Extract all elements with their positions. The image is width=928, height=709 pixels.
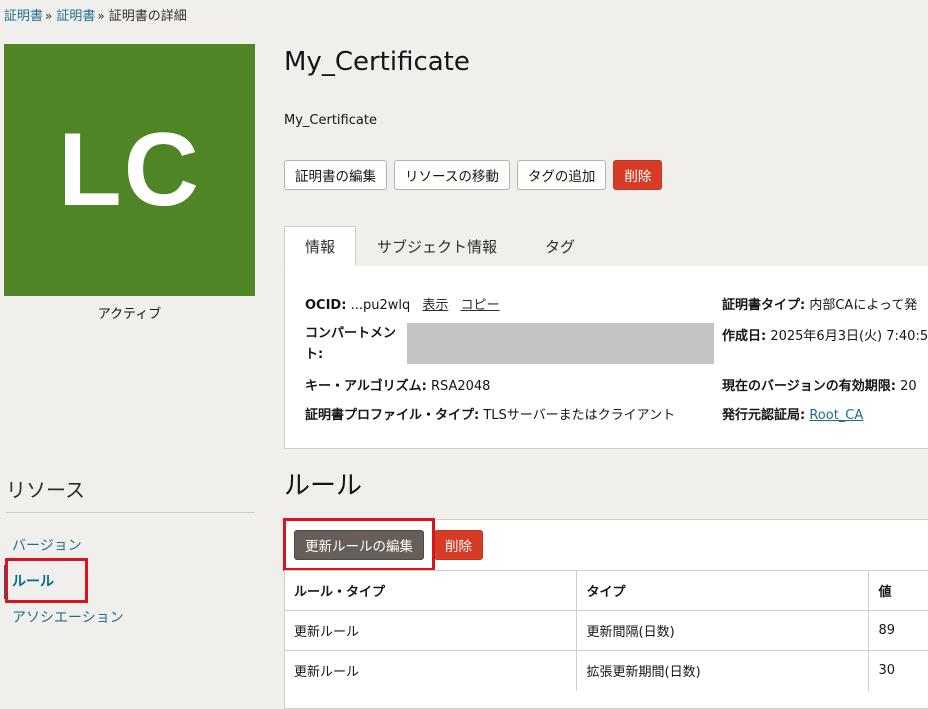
edit-renewal-rule-button[interactable]: 更新ルールの編集: [294, 530, 424, 560]
tab-info[interactable]: 情報: [284, 226, 357, 266]
delete-button[interactable]: 削除: [613, 160, 663, 190]
resource-item-versions[interactable]: バージョン: [12, 535, 82, 555]
validity-label: 現在のバージョンの有効期限:: [722, 379, 896, 394]
rules-section-title: ルール: [284, 471, 363, 501]
action-bar: 証明書の編集 リソースの移動 タグの追加 削除: [284, 160, 663, 190]
breadcrumb: 証明書» 証明書» 証明書の詳細: [4, 5, 187, 24]
resource-item-rules[interactable]: ルール: [12, 571, 54, 591]
move-resource-button[interactable]: リソースの移動: [394, 160, 510, 190]
validity-row: 現在のバージョンの有効期限: 20: [722, 375, 917, 394]
table-row: 更新ルール 拡張更新期間(日数) 30: [284, 650, 928, 691]
issuer-link[interactable]: Root_CA: [809, 408, 863, 423]
ocid-show-link[interactable]: 表示: [422, 298, 448, 313]
column-header-type[interactable]: タイプ: [575, 570, 868, 611]
breadcrumb-certificates-2[interactable]: 証明書: [56, 9, 95, 24]
issuer-row: 発行元認証局: Root_CA: [722, 404, 863, 423]
profile-type-value: TLSサーバーまたはクライアント: [483, 408, 676, 423]
table-cell: 更新ルール: [284, 610, 576, 651]
compartment-value-redacted: [407, 323, 714, 364]
profile-type-row: 証明書プロファイル・タイプ: TLSサーバーまたはクライアント: [305, 404, 675, 423]
created-row: 作成日: 2025年6月3日(火) 7:40:5: [722, 325, 928, 344]
active-menu-indicator: [4, 565, 7, 599]
key-algorithm-row: キー・アルゴリズム: RSA2048: [305, 375, 490, 394]
table-cell: 89: [867, 610, 928, 651]
column-header-rule-type[interactable]: ルール・タイプ: [284, 570, 576, 611]
rules-delete-button[interactable]: 削除: [434, 530, 483, 560]
tab-strip: 情報 サブジェクト情報 タグ: [284, 226, 928, 267]
table-cell: 更新間隔(日数): [575, 610, 868, 651]
cert-type-value: 内部CAによって発: [809, 298, 918, 313]
page-title: My_Certificate: [284, 47, 470, 77]
resource-item-associations[interactable]: アソシエーション: [12, 607, 124, 627]
breadcrumb-separator: »: [45, 9, 53, 23]
column-header-value[interactable]: 値: [867, 570, 928, 611]
ocid-row: OCID: ...pu2wlq 表示 コピー: [305, 294, 500, 313]
key-algorithm-label: キー・アルゴリズム:: [305, 379, 427, 394]
page-subtitle: My_Certificate: [284, 113, 377, 128]
add-tags-button[interactable]: タグの追加: [516, 160, 607, 190]
tab-subject-info[interactable]: サブジェクト情報: [377, 226, 497, 266]
edit-certificate-button[interactable]: 証明書の編集: [284, 160, 387, 190]
table-row: 更新ルール 更新間隔(日数) 89: [284, 610, 928, 651]
table-header-row: ルール・タイプ タイプ 値: [284, 570, 928, 611]
created-value: 2025年6月3日(火) 7:40:5: [770, 329, 928, 344]
rules-table: ルール・タイプ タイプ 値 更新ルール 更新間隔(日数) 89 更新ルール 拡張…: [284, 570, 928, 691]
table-cell: 拡張更新期間(日数): [575, 650, 868, 691]
breadcrumb-separator: »: [97, 9, 105, 23]
table-cell: 更新ルール: [284, 650, 576, 691]
ocid-copy-link[interactable]: コピー: [461, 298, 500, 313]
tab-tags[interactable]: タグ: [545, 226, 575, 266]
cert-type-row: 証明書タイプ: 内部CAによって発: [722, 294, 917, 313]
resources-divider: [6, 512, 255, 513]
validity-value: 20: [900, 379, 917, 394]
table-cell: 30: [867, 650, 928, 691]
resources-title: リソース: [6, 478, 85, 502]
compartment-label: コンパートメント:: [305, 326, 397, 362]
avatar-initials: LC: [58, 111, 201, 228]
key-algorithm-value: RSA2048: [430, 379, 491, 394]
status-text: アクティブ: [97, 307, 162, 322]
rules-action-bar: 更新ルールの編集 削除: [294, 530, 483, 560]
profile-type-label: 証明書プロファイル・タイプ:: [305, 408, 480, 423]
cert-type-label: 証明書タイプ:: [722, 298, 806, 313]
breadcrumb-certificates-1[interactable]: 証明書: [4, 9, 43, 24]
issuer-label: 発行元認証局:: [722, 408, 806, 423]
created-label: 作成日:: [722, 329, 767, 344]
ocid-label: OCID:: [305, 298, 347, 313]
ocid-value: ...pu2wlq: [350, 298, 411, 313]
certificate-avatar: LC: [4, 44, 255, 296]
breadcrumb-current: 証明書の詳細: [108, 9, 187, 24]
